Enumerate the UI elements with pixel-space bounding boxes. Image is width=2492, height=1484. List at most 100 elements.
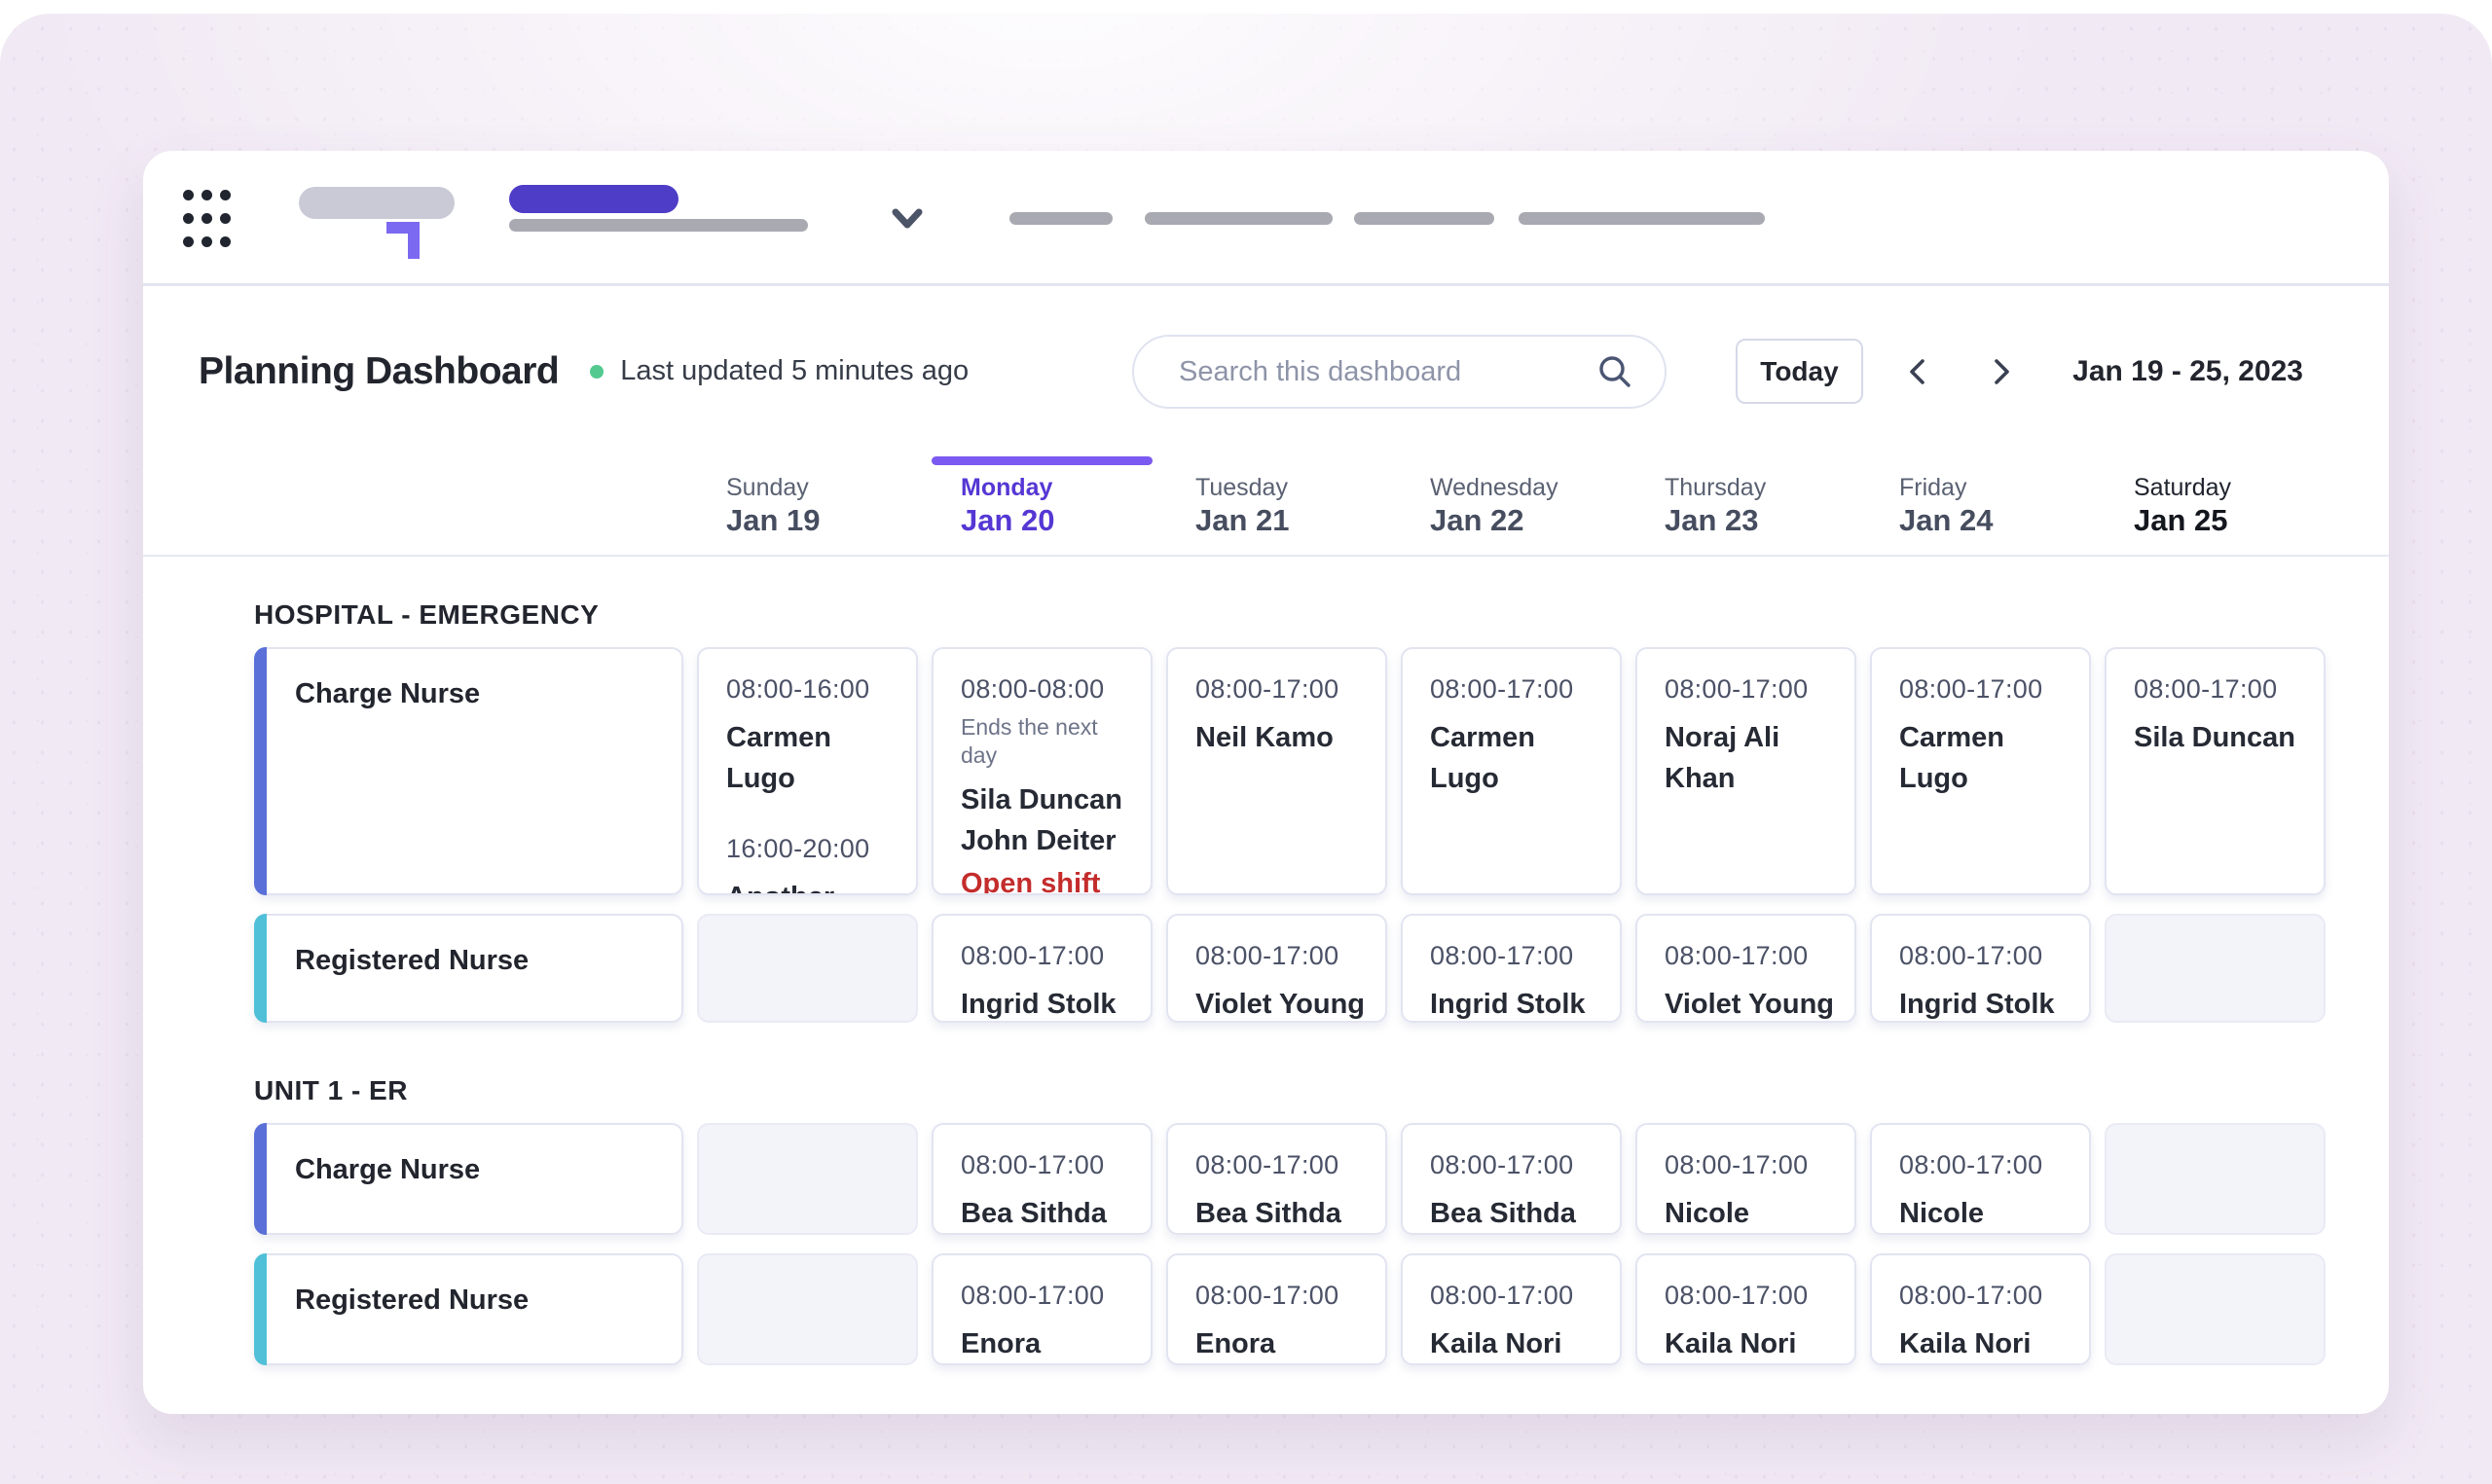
shift-cell[interactable]: 08:00-17:00 Ingrid Stolk [1401, 914, 1622, 1023]
day-header-sunday[interactable]: SundayJan 19 [697, 456, 918, 540]
shift-entry: 08:00-17:00Nicole Masson [1899, 1150, 2070, 1235]
role-column-spacer [254, 456, 683, 540]
shift-name: Enora Mundz [1195, 1323, 1366, 1365]
next-week-button[interactable] [1976, 346, 2027, 397]
day-date-label: Jan 25 [2134, 502, 2326, 540]
shift-name: Bea Sithda [1195, 1193, 1366, 1234]
shift-entry: 08:00-17:00Bea Sithda [961, 1150, 1131, 1234]
shift-entry: 08:00-17:00 Bea Sithda [1430, 1150, 1600, 1234]
day-header-thursday[interactable]: ThursdayJan 23 [1635, 456, 1856, 540]
logo-placeholder [299, 187, 455, 219]
shift-time: 08:00-17:00 [1665, 674, 1835, 705]
shift-time: 08:00-17:00 [1665, 1281, 1835, 1311]
nav-item-placeholder [1145, 212, 1333, 225]
shift-name: Bea Sithda [1430, 1193, 1600, 1234]
shift-cell[interactable]: 08:00-17:00Violet Young [1166, 914, 1387, 1023]
day-weekday-label: Monday [961, 473, 1153, 502]
schedule-row: Registered Nurse08:00-17:00Ingrid Stolk0… [254, 914, 2389, 1023]
day-header-friday[interactable]: FridayJan 24 [1870, 456, 2091, 540]
shift-name: Carmen Lugo [726, 717, 897, 799]
empty-shift-cell[interactable] [697, 1123, 918, 1235]
day-weekday-label: Friday [1899, 473, 2091, 502]
shift-entry: 08:00-17:00Violet Young [1195, 941, 1366, 1023]
shift-cell[interactable]: 08:00-16:00 Carmen Lugo 16:00-20:00Another… [697, 647, 918, 895]
shift-name: Sila Duncan [2134, 717, 2304, 758]
shift-time: 08:00-17:00 [1899, 941, 2070, 971]
shift-cell[interactable]: 08:00-17:00Nicole Masson [1870, 1123, 2091, 1235]
day-date-label: Jan 22 [1430, 502, 1622, 540]
search-input[interactable] [1132, 335, 1667, 409]
shift-name: Nicole Masson [1665, 1193, 1835, 1235]
open-shift-label: Open shift [961, 868, 1131, 895]
shift-name: Ingrid Stolk [1430, 984, 1600, 1023]
schedule-section: HOSPITAL - EMERGENCYCharge Nurse08:00-16… [254, 599, 2389, 1023]
week-day-header: SundayJan 19MondayJan 20TuesdayJan 21Wed… [143, 456, 2389, 557]
previous-week-button[interactable] [1892, 346, 1943, 397]
nav-item-placeholder [1009, 212, 1113, 225]
shift-cell[interactable]: 08:00-17:00Sila Duncan [2105, 647, 2326, 895]
shift-name: John Deiter [961, 820, 1131, 861]
shift-time: 08:00-17:00 [1195, 1150, 1366, 1180]
shift-cell[interactable]: 08:00-17:00Neil Kamo [1166, 647, 1387, 895]
shift-entry: 08:00-17:00Neil Kamo [1195, 674, 1366, 758]
shift-cell[interactable]: 08:00-17:00 Bea Sithda [1401, 1123, 1622, 1235]
today-button[interactable]: Today [1736, 339, 1863, 404]
shift-entry: 08:00-17:00 Bea Sithda [1195, 1150, 1366, 1234]
shift-cell[interactable]: 08:00-17:00Enora Mundz [932, 1253, 1153, 1365]
shift-cell[interactable]: 08:00-17:00Kaila Nori [1401, 1253, 1622, 1365]
shift-cell[interactable]: 08:00-17:00Ingrid Stolk [932, 914, 1153, 1023]
shift-cell[interactable]: 08:00-17:00Kaila Nori [1870, 1253, 2091, 1365]
shift-time: 08:00-17:00 [961, 1150, 1131, 1180]
day-weekday-label: Wednesday [1430, 473, 1622, 502]
shift-time: 08:00-17:00 [1430, 941, 1600, 971]
date-range-label: Jan 19 - 25, 2023 [2072, 286, 2303, 456]
apps-grid-icon[interactable] [183, 190, 231, 247]
day-weekday-label: Saturday [2134, 473, 2326, 502]
day-header-tuesday[interactable]: TuesdayJan 21 [1166, 456, 1387, 540]
day-weekday-label: Sunday [726, 473, 918, 502]
schedule-row: Charge Nurse08:00-17:00Bea Sithda08:00-1… [254, 1123, 2389, 1235]
role-card: Registered Nurse [254, 1253, 683, 1365]
day-date-label: Jan 20 [961, 502, 1153, 540]
empty-shift-cell[interactable] [697, 1253, 918, 1365]
shift-entry: 08:00-17:00 Noraj Ali Khan [1665, 674, 1835, 799]
shift-cell[interactable]: 08:00-17:00Enora Mundz [1166, 1253, 1387, 1365]
day-header-monday[interactable]: MondayJan 20 [932, 456, 1153, 540]
nav-item-placeholder [1354, 212, 1494, 225]
shift-cell[interactable]: 08:00-17:00Carmen Lugo [1870, 647, 2091, 895]
shift-entry: 08:00-16:00 Carmen Lugo [726, 674, 897, 799]
shift-time: 08:00-17:00 [1430, 1150, 1600, 1180]
shift-name: Ingrid Stolk [961, 984, 1131, 1023]
day-header-wednesday[interactable]: WednesdayJan 22 [1401, 456, 1622, 540]
empty-shift-cell[interactable] [697, 914, 918, 1023]
shift-cell[interactable]: 08:00-17:00 Nicole Masson [1635, 1123, 1856, 1235]
shift-cell[interactable]: 08:00-17:00Violet Young [1635, 914, 1856, 1023]
day-header-saturday[interactable]: SaturdayJan 25 [2105, 456, 2326, 540]
shift-entry: 08:00-17:00 Nicole Masson [1665, 1150, 1835, 1235]
role-label: Charge Nurse [295, 678, 662, 710]
shift-cell[interactable]: 08:00-17:00 Noraj Ali Khan [1635, 647, 1856, 895]
chevron-down-icon[interactable] [891, 206, 924, 232]
role-card: Charge Nurse [254, 647, 683, 895]
shift-name: Noraj Ali Khan [1665, 717, 1835, 799]
shift-cell[interactable]: 08:00-17:00Carmen Lugo [1401, 647, 1622, 895]
chevron-right-icon [1989, 357, 2014, 386]
shift-time: 08:00-16:00 [726, 674, 897, 705]
shift-cell[interactable]: 08:00-08:00Ends the next daySila DuncanJ… [932, 647, 1153, 895]
shift-time: 08:00-17:00 [1665, 1150, 1835, 1180]
empty-shift-cell[interactable] [2105, 1123, 2326, 1235]
role-accent-bar [254, 914, 267, 1023]
empty-shift-cell[interactable] [2105, 914, 2326, 1023]
role-accent-bar [254, 647, 267, 895]
shift-cell[interactable]: 08:00-17:00 Bea Sithda [1166, 1123, 1387, 1235]
shift-cell[interactable]: 08:00-17:00Bea Sithda [932, 1123, 1153, 1235]
shift-entry: 16:00-20:00Another nurse [726, 834, 897, 895]
shift-cell[interactable]: 08:00-17:00Ingrid Stolk [1870, 914, 2091, 1023]
empty-shift-cell[interactable] [2105, 1253, 2326, 1365]
shift-entry: 08:00-17:00Enora Mundz [961, 1281, 1131, 1365]
shift-entry: 08:00-17:00Carmen Lugo [1899, 674, 2070, 799]
shift-name: Neil Kamo [1195, 717, 1366, 758]
shift-name: Nicole Masson [1899, 1193, 2070, 1235]
shift-time: 08:00-17:00 [1430, 674, 1600, 705]
shift-cell[interactable]: 08:00-17:00Kaila Nori [1635, 1253, 1856, 1365]
